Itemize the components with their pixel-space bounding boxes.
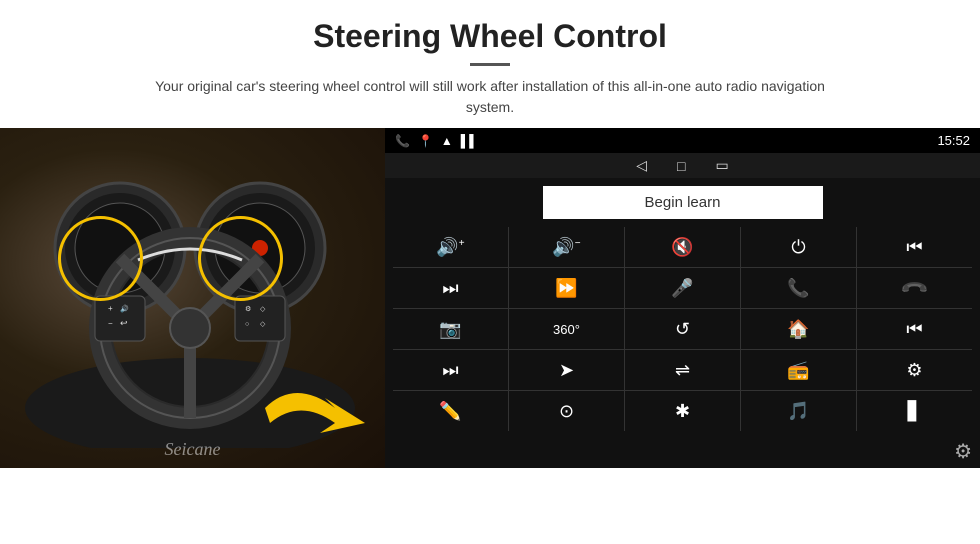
settings-icon[interactable]: ⚙ <box>954 439 972 464</box>
grid-cell-next-track[interactable]: ⏭ <box>393 268 508 308</box>
grid-cell-back[interactable]: ↺ <box>625 309 740 349</box>
back-nav-icon[interactable]: ◁ <box>636 157 647 174</box>
home-nav-icon[interactable]: □ <box>677 158 685 174</box>
equalizer-icon: ▋ <box>908 401 922 422</box>
svg-text:↩: ↩ <box>120 318 128 328</box>
skip-back-icon: ⏮ <box>906 319 922 340</box>
svg-text:−: − <box>108 319 113 328</box>
grid-cell-navigate[interactable]: ➤ <box>509 350 624 390</box>
grid-cell-equalizer[interactable]: ▋ <box>857 391 972 431</box>
recents-nav-icon[interactable]: ▭ <box>716 157 729 174</box>
page-header: Steering Wheel Control Your original car… <box>0 0 980 128</box>
begin-learn-button[interactable]: Begin learn <box>543 186 823 219</box>
grid-cell-vol-up[interactable]: 🔊+ <box>393 227 508 267</box>
begin-learn-row: Begin learn <box>385 178 980 227</box>
svg-text:◇: ◇ <box>260 306 266 313</box>
grid-cell-bluetooth[interactable]: ✱ <box>625 391 740 431</box>
hangup-icon: 📞 <box>899 273 930 304</box>
highlight-circle-left <box>58 216 143 301</box>
grid-cell-call[interactable]: 📞 <box>741 268 856 308</box>
grid-cell-tune[interactable]: ⚙ <box>857 350 972 390</box>
grid-cell-circle[interactable]: ⊙ <box>509 391 624 431</box>
grid-cell-power[interactable]: ⏻ <box>741 227 856 267</box>
svg-text:🔊: 🔊 <box>120 304 129 313</box>
grid-cell-vol-down[interactable]: 🔊− <box>509 227 624 267</box>
status-right: 15:52 <box>937 133 970 148</box>
title-divider <box>470 63 510 66</box>
page-subtitle: Your original car's steering wheel contr… <box>140 76 840 118</box>
highlight-circle-right <box>198 216 283 301</box>
signal-icon: ▌▌ <box>461 134 478 148</box>
call-icon: 📞 <box>787 278 809 299</box>
bluetooth-icon: ✱ <box>675 401 690 422</box>
tune-icon: ⚙ <box>906 360 922 381</box>
svg-text:◇: ◇ <box>260 321 266 328</box>
grid-cell-hangup[interactable]: 📞 <box>857 268 972 308</box>
yellow-arrow <box>255 368 375 448</box>
vol-down-icon: 🔊− <box>552 237 580 258</box>
svg-text:○: ○ <box>245 321 249 328</box>
grid-cell-mute[interactable]: 🔇 <box>625 227 740 267</box>
360-icon: 360° <box>553 322 580 337</box>
music-icon: 🎵 <box>787 401 809 422</box>
grid-cell-eq[interactable]: ⇌ <box>625 350 740 390</box>
navigate-icon: ➤ <box>559 360 574 381</box>
svg-text:⚙: ⚙ <box>245 305 251 313</box>
back-icon: ↺ <box>675 319 690 340</box>
svg-text:+: + <box>108 304 113 313</box>
home-icon: 🏠 <box>787 319 809 340</box>
wifi-icon: ▲ <box>441 134 453 148</box>
car-image-panel: + − 🔊 ↩ ⚙ ◇ ○ ◇ Seicane <box>0 128 385 468</box>
grid-cell-music[interactable]: 🎵 <box>741 391 856 431</box>
fast-forward-icon: ⏩ <box>555 278 577 299</box>
pen-icon: ✏️ <box>439 401 461 422</box>
clock: 15:52 <box>937 133 970 148</box>
grid-cell-skip-back[interactable]: ⏮ <box>857 309 972 349</box>
skip-forward-icon: ⏭ <box>442 360 458 381</box>
location-icon: 📍 <box>418 134 433 148</box>
bottom-bar: ⚙ <box>385 437 980 468</box>
grid-cell-360[interactable]: 360° <box>509 309 624 349</box>
camera-icon: 📷 <box>439 319 461 340</box>
grid-cell-radio[interactable]: 📻 <box>741 350 856 390</box>
circle-icon: ⊙ <box>559 401 574 422</box>
radio-icon: 📻 <box>787 360 809 381</box>
mic-icon: 🎤 <box>671 278 693 299</box>
next-track-icon: ⏭ <box>442 278 458 299</box>
grid-cell-pen[interactable]: ✏️ <box>393 391 508 431</box>
status-left: 📞 📍 ▲ ▌▌ <box>395 134 478 148</box>
head-unit-panel: 📞 📍 ▲ ▌▌ 15:52 ◁ □ ▭ Begin learn 🔊+ <box>385 128 980 468</box>
phone-icon: 📞 <box>395 134 410 148</box>
eq-icon: ⇌ <box>675 360 690 381</box>
grid-cell-home[interactable]: 🏠 <box>741 309 856 349</box>
status-bar: 📞 📍 ▲ ▌▌ 15:52 <box>385 128 980 153</box>
grid-cell-camera[interactable]: 📷 <box>393 309 508 349</box>
vol-up-icon: 🔊+ <box>436 237 464 258</box>
nav-bar[interactable]: ◁ □ ▭ <box>385 153 980 178</box>
grid-cell-fast-forward[interactable]: ⏩ <box>509 268 624 308</box>
seicane-watermark: Seicane <box>165 439 221 460</box>
mute-icon: 🔇 <box>671 237 693 258</box>
icon-grid: 🔊+ 🔊− 🔇 ⏻ ⏮ ⏭ ⏩ 🎤 <box>393 227 972 431</box>
grid-cell-prev-track[interactable]: ⏮ <box>857 227 972 267</box>
grid-cell-skip-forward[interactable]: ⏭ <box>393 350 508 390</box>
prev-track-icon: ⏮ <box>906 237 922 258</box>
page-title: Steering Wheel Control <box>40 18 940 55</box>
power-icon: ⏻ <box>791 237 805 258</box>
grid-cell-mic[interactable]: 🎤 <box>625 268 740 308</box>
